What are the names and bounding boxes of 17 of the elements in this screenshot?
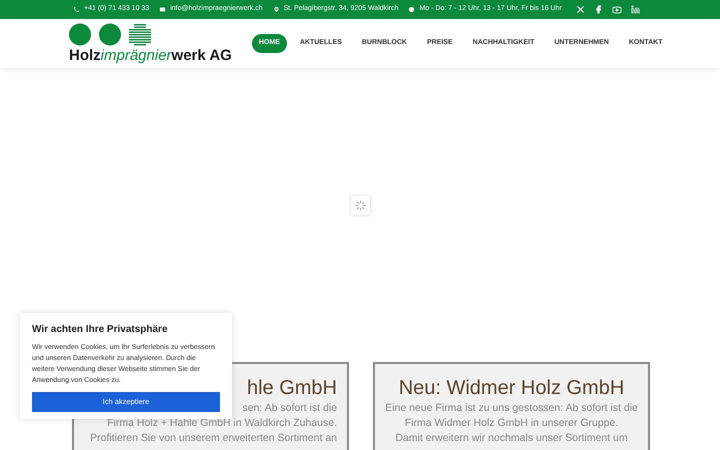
linkedin-icon[interactable]: [631, 5, 640, 14]
cookie-title: Wir achten Ihre Privatsphäre: [32, 323, 169, 337]
facebook-icon[interactable]: [594, 5, 603, 14]
card-text: Profitieren Sie von unserem erweiterten Sortiment an: [90, 431, 337, 446]
phone-icon: [73, 6, 80, 13]
card-text: Eine neue Firma ist zu uns gestossen: Ab sofort ist die: [385, 401, 638, 416]
logo-text: Holzimprägnierwerk AG: [69, 46, 232, 64]
card-text: sen: Ab sofort ist die: [242, 401, 337, 416]
card-title: Neu: Widmer Holz GmbH: [398, 376, 624, 401]
spinner-icon: [354, 200, 366, 210]
card-text: Firma Widmer Holz GmbH in unserer Gruppe.: [404, 416, 618, 431]
youtube-icon[interactable]: [612, 4, 622, 14]
card-title: hle GmbH: [246, 376, 337, 401]
x-icon[interactable]: [576, 5, 585, 14]
card-text: Firma Holz + Hahle GmbH in Waldkirch Zuhause.: [107, 416, 337, 431]
card-text: Damit erweitern wir nochmals unser Sortiment um: [395, 431, 628, 446]
location-pin-icon: [272, 6, 280, 13]
